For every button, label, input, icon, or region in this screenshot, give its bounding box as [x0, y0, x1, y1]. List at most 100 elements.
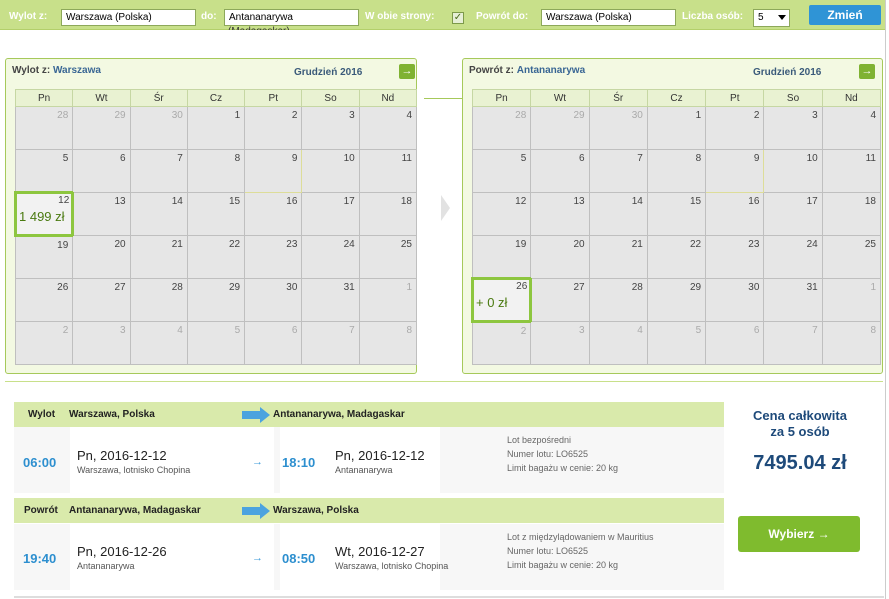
calendar-day[interactable]: 4: [821, 106, 882, 150]
calendar-day[interactable]: 12: [471, 192, 532, 236]
calendar-day[interactable]: 6: [72, 149, 131, 193]
calendar-day[interactable]: 2: [14, 321, 74, 365]
calendar-day[interactable]: 22: [646, 235, 707, 279]
calendar-day[interactable]: 6: [244, 321, 303, 365]
calendar-day[interactable]: 7: [301, 321, 360, 365]
calendar-day[interactable]: 30: [705, 278, 765, 322]
calendar-day[interactable]: 29: [186, 278, 246, 322]
return-input[interactable]: Warszawa (Polska): [541, 9, 676, 26]
calendar-day[interactable]: 3: [763, 106, 823, 150]
calendar-day[interactable]: 2: [471, 321, 532, 365]
calendar-day[interactable]: 23: [705, 235, 765, 279]
calendar-day[interactable]: 14: [588, 192, 648, 236]
arrow-right-icon: [441, 195, 450, 221]
weekday-header: Pt: [244, 89, 303, 107]
calendar-day[interactable]: 28: [129, 278, 188, 322]
to-input[interactable]: Antananarywa: [224, 9, 359, 26]
calendar-day[interactable]: 14: [129, 192, 188, 236]
calendar-day[interactable]: 7: [129, 149, 188, 193]
calendar-day[interactable]: 28: [471, 106, 532, 150]
calendar-day[interactable]: 30: [129, 106, 188, 150]
weekday-header: Nd: [358, 89, 418, 107]
calendar-day[interactable]: 8: [821, 321, 882, 365]
day-number: 7: [637, 153, 643, 164]
calendar-day[interactable]: 21: [588, 235, 648, 279]
calendar-day[interactable]: 31: [301, 278, 360, 322]
calendar-day[interactable]: 7: [588, 149, 648, 193]
calendar-day[interactable]: 25: [358, 235, 418, 279]
calendar-day[interactable]: 20: [72, 235, 131, 279]
calendar-day[interactable]: 30: [588, 106, 648, 150]
calendar-day[interactable]: 26: [14, 278, 74, 322]
calendar-day[interactable]: 26 + 0 zł: [470, 277, 533, 323]
calendar-day[interactable]: 27: [530, 278, 590, 322]
calendar-day[interactable]: 18: [821, 192, 882, 236]
calendar-day[interactable]: 28: [588, 278, 648, 322]
calendar-day[interactable]: 28: [14, 106, 74, 150]
day-number: 29: [690, 282, 702, 293]
return-next-month-icon[interactable]: →: [859, 64, 875, 79]
calendar-day[interactable]: 5: [471, 149, 532, 193]
calendar-day[interactable]: 1: [358, 278, 418, 322]
calendar-day[interactable]: 8: [646, 149, 707, 193]
choose-button[interactable]: Wybierz →: [738, 516, 860, 552]
calendar-day[interactable]: 5: [646, 321, 707, 365]
persons-select[interactable]: 5: [753, 9, 790, 27]
calendar-day[interactable]: 20: [530, 235, 590, 279]
calendar-day[interactable]: 17: [763, 192, 823, 236]
outbound-leg-label: Wylot: [28, 409, 56, 420]
calendar-day[interactable]: 7: [763, 321, 823, 365]
calendar-day[interactable]: 10: [301, 149, 360, 193]
calendar-day[interactable]: 19: [14, 235, 74, 279]
calendar-day[interactable]: 18: [358, 192, 418, 236]
calendar-day[interactable]: 3: [301, 106, 360, 150]
calendar-day[interactable]: 4: [358, 106, 418, 150]
from-input[interactable]: Warszawa (Polska): [61, 9, 196, 26]
change-button[interactable]: Zmień: [809, 5, 881, 25]
calendar-day[interactable]: 13: [530, 192, 590, 236]
calendar-day[interactable]: 3: [530, 321, 590, 365]
calendar-day[interactable]: 19: [471, 235, 532, 279]
calendar-day[interactable]: 29: [646, 278, 707, 322]
calendar-day[interactable]: 4: [588, 321, 648, 365]
outbound-next-month-icon[interactable]: →: [399, 64, 415, 79]
calendar-day[interactable]: 6: [705, 321, 765, 365]
calendar-day[interactable]: 8: [186, 149, 246, 193]
calendar-day[interactable]: 5: [14, 149, 74, 193]
calendar-day[interactable]: 8: [358, 321, 418, 365]
calendar-day[interactable]: 1: [186, 106, 246, 150]
calendar-day[interactable]: 29: [72, 106, 131, 150]
calendar-day[interactable]: 16: [705, 192, 765, 236]
calendar-day[interactable]: 2: [705, 106, 765, 150]
calendar-day[interactable]: 16: [244, 192, 303, 236]
calendar-day[interactable]: 25: [821, 235, 882, 279]
calendar-day[interactable]: 22: [186, 235, 246, 279]
calendar-day[interactable]: 3: [72, 321, 131, 365]
calendar-day[interactable]: 10: [763, 149, 823, 193]
calendar-day[interactable]: 1: [646, 106, 707, 150]
calendar-day[interactable]: 30: [244, 278, 303, 322]
calendar-day[interactable]: 13: [72, 192, 131, 236]
calendar-day[interactable]: 4: [129, 321, 188, 365]
calendar-day[interactable]: 9: [705, 149, 765, 193]
calendar-day[interactable]: 24: [763, 235, 823, 279]
calendar-day[interactable]: 15: [646, 192, 707, 236]
calendar-day[interactable]: 27: [72, 278, 131, 322]
calendar-day[interactable]: 5: [186, 321, 246, 365]
calendar-day[interactable]: 6: [530, 149, 590, 193]
calendar-day[interactable]: 21: [129, 235, 188, 279]
calendar-day[interactable]: 1: [821, 278, 882, 322]
calendar-day[interactable]: 12 1 499 zł: [13, 191, 75, 237]
calendar-day[interactable]: 23: [244, 235, 303, 279]
calendar-day[interactable]: 9: [244, 149, 303, 193]
calendar-day[interactable]: 11: [358, 149, 418, 193]
calendar-day[interactable]: 17: [301, 192, 360, 236]
calendar-day[interactable]: 11: [821, 149, 882, 193]
calendar-day[interactable]: 29: [530, 106, 590, 150]
calendar-day[interactable]: 31: [763, 278, 823, 322]
total-price: 7495.04 zł: [753, 452, 847, 474]
round-trip-checkbox[interactable]: ✓: [452, 12, 464, 24]
calendar-day[interactable]: 24: [301, 235, 360, 279]
calendar-day[interactable]: 15: [186, 192, 246, 236]
calendar-day[interactable]: 2: [244, 106, 303, 150]
